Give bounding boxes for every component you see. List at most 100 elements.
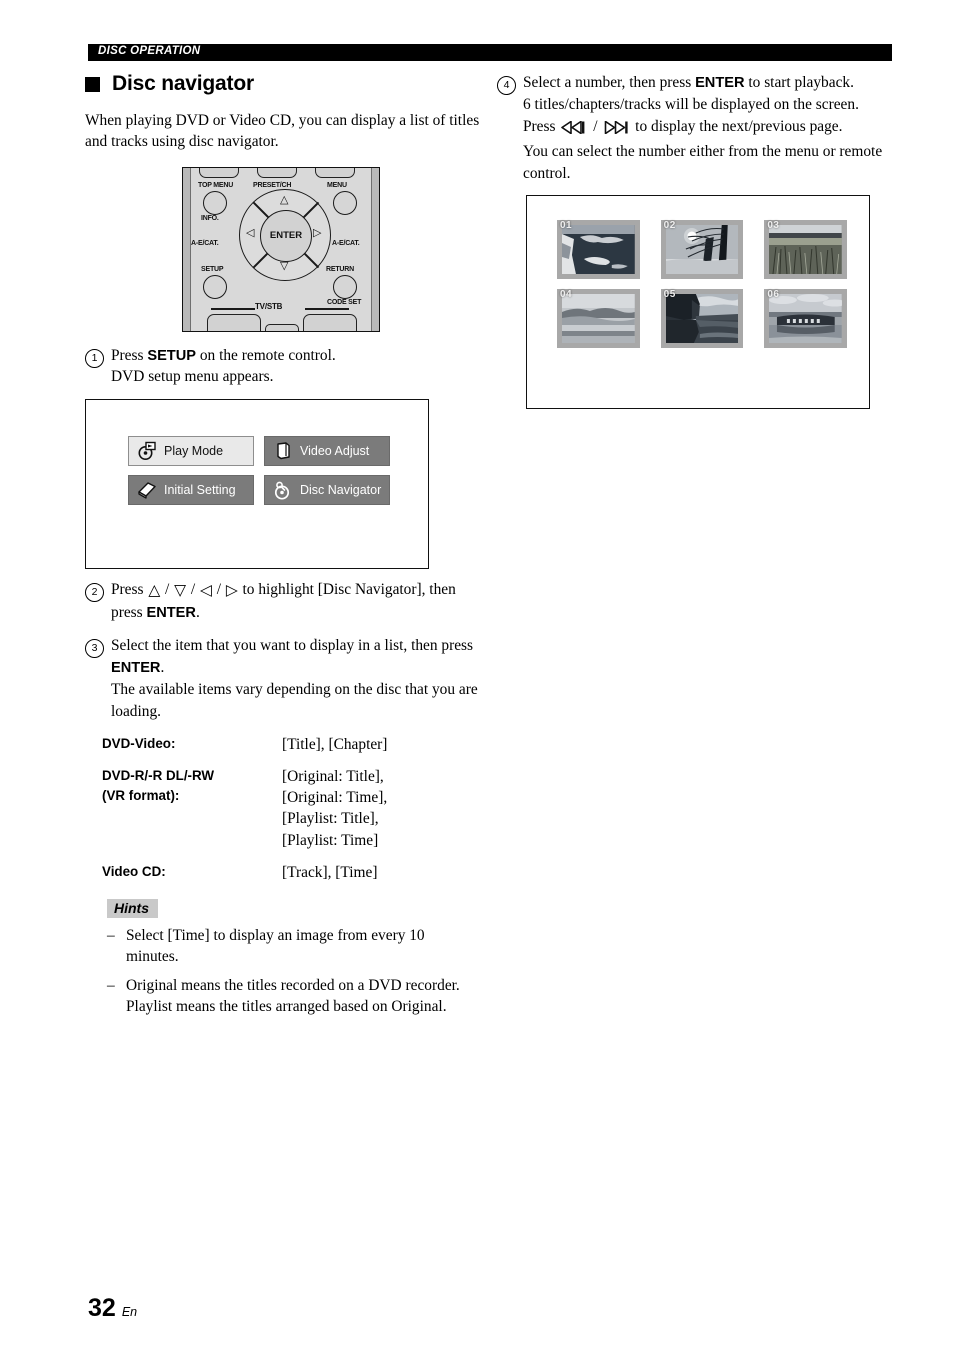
menu-item-initial-setting-label: Initial Setting: [164, 483, 236, 498]
step-1-text-pre: Press: [111, 346, 148, 364]
disc-type-value-dvd-video: [Title], [Chapter]: [282, 735, 388, 753]
running-header-bar: DISC OPERATION: [88, 44, 892, 61]
step-3-number: 3: [85, 639, 104, 658]
disc-type-row-video-cd: Video CD: [Track], [Time]: [102, 862, 485, 883]
tv-button[interactable]: [207, 313, 261, 331]
disc-type-term-dvd-r-line1: DVD-R/-R DL/-RW: [102, 767, 215, 783]
thumbnail-02[interactable]: 02: [660, 220, 744, 280]
thumbnail-05[interactable]: 05: [660, 289, 744, 349]
right-column: 4 Select a number, then press ENTER to s…: [497, 72, 897, 410]
remote-label-code-set: CODE SET: [327, 298, 362, 306]
thumbnail-01-number: 01: [560, 220, 573, 232]
enter-button[interactable]: ENTER: [260, 209, 312, 262]
disc-navigator-thumbnail-figure: 01 02 03 04 05 06: [526, 195, 870, 410]
remote-top-key-1: [199, 167, 239, 178]
running-header-text: DISC OPERATION: [98, 45, 201, 57]
disc-type-term-dvd-video: DVD-Video:: [102, 735, 176, 751]
thumbnail-row-2: 04 05 06: [557, 289, 848, 349]
section-heading: Disc navigator: [85, 72, 485, 96]
arrow-down-icon: ▽: [174, 582, 187, 600]
menu-item-disc-navigator[interactable]: Disc Navigator: [264, 475, 390, 506]
stb-button[interactable]: [303, 313, 357, 331]
thumbnail-06-image: [769, 294, 843, 344]
dvd-setup-menu-grid: Play Mode Video Adjust Initial Setting D…: [128, 436, 390, 514]
disc-type-term-dvd-r-line2: (VR format):: [102, 787, 180, 803]
remote-label-top-menu: TOP MENU: [198, 181, 234, 189]
step-1-bold-setup: SETUP: [147, 347, 196, 364]
thumbnail-04[interactable]: 04: [557, 289, 640, 349]
hint-item-2: – Original means the titles recorded on …: [107, 975, 479, 1018]
top-menu-button[interactable]: [203, 190, 227, 215]
step-4-line1-pre: Select a number, then press: [523, 74, 696, 91]
dpad-up-icon[interactable]: △: [280, 194, 288, 206]
play-mode-disc-icon: [137, 441, 157, 461]
disc-type-value-dvd-r-4: [Playlist: Time]: [282, 831, 379, 849]
thumbnail-02-image: [665, 225, 739, 275]
dpad-down-icon[interactable]: ▽: [280, 260, 288, 272]
step-4-line4: You can select the number either from th…: [523, 142, 883, 182]
step-4-line3-post: to display the next/previous page.: [631, 117, 843, 135]
section-intro: When playing DVD or Video CD, you can di…: [85, 112, 480, 151]
thumbnail-03-number: 03: [767, 220, 780, 232]
step-4-number: 4: [497, 76, 516, 95]
remote-label-menu: MENU: [327, 181, 347, 189]
return-button[interactable]: [333, 274, 357, 299]
disc-navigator-disc-icon: [273, 480, 293, 500]
step-1-number: 1: [85, 348, 104, 368]
disc-type-value-dvd-r: [Original: Title], [Original: Time], [Pl…: [282, 766, 387, 851]
direction-pad[interactable]: △ ▽ ◁ ▷ ENTER: [239, 188, 331, 281]
step-4-line2: 6 titles/chapters/tracks will be display…: [523, 95, 859, 113]
remote-bottom-center-key[interactable]: [265, 323, 299, 331]
step-3-line1-pre: Select the item that you want to display…: [111, 637, 474, 654]
dpad-left-icon[interactable]: ◁: [246, 227, 254, 239]
thumbnail-05-image: [665, 294, 739, 344]
disc-type-row-dvd-r: DVD-R/-R DL/-RW (VR format): [Original: …: [102, 766, 485, 851]
hint-item-1: – Select [Time] to display an image from…: [107, 925, 479, 968]
step-3-line2: The available items vary depending on th…: [111, 680, 478, 720]
remote-label-cat-left: A-E/CAT.: [191, 239, 219, 247]
remote-label-preset-ch: PRESET/CH: [253, 181, 292, 189]
hint-dash-2: –: [107, 976, 115, 994]
remote-left-edge: [183, 167, 191, 331]
initial-setting-icon: [137, 480, 157, 500]
hint-text-1: Select [Time] to display an image from e…: [126, 927, 425, 966]
step-1: 1 Press SETUP on the remote control. DVD…: [85, 345, 485, 389]
step-2-text-post: .: [195, 604, 200, 622]
page-number: 32: [88, 1294, 116, 1322]
hint-dash-1: –: [107, 927, 115, 944]
page-footer: 32 En: [88, 1294, 137, 1323]
remote-label-info: INFO.: [201, 214, 219, 222]
step-3-line1-post: .: [160, 658, 165, 676]
thumbnail-04-number: 04: [560, 289, 573, 301]
thumbnail-02-number: 02: [663, 220, 676, 232]
disc-type-value-dvd-r-2: [Original: Time],: [282, 789, 388, 806]
page-title: Disc navigator: [112, 72, 254, 95]
skip-next-icon: [603, 119, 629, 141]
arrow-right-icon: ▷: [225, 582, 238, 600]
remote-top-key-2: [257, 167, 297, 178]
disc-type-value-dvd-r-1: [Original: Title],: [282, 767, 384, 785]
thumbnail-03[interactable]: 03: [764, 220, 848, 280]
square-bullet-icon: [85, 76, 100, 92]
step-4-line1-post: to start playback.: [744, 74, 854, 91]
menu-item-video-adjust[interactable]: Video Adjust: [264, 436, 390, 467]
menu-item-play-mode[interactable]: Play Mode: [128, 436, 254, 467]
remote-control-figure: TOP MENU PRESET/CH MENU INFO. A-E/CAT. A…: [85, 166, 485, 335]
menu-button[interactable]: [333, 190, 357, 215]
arrow-up-icon: △: [148, 582, 161, 600]
step-1-text-post: on the remote control.: [196, 346, 336, 364]
hints-tag: Hints: [107, 899, 158, 918]
remote-top-key-3: [315, 167, 355, 178]
thumbnail-06-number: 06: [767, 289, 780, 301]
step-4-bold-enter: ENTER: [695, 75, 745, 91]
tv-stb-rule-right: [305, 307, 349, 310]
left-column: Disc navigator When playing DVD or Video…: [85, 72, 485, 1017]
menu-item-initial-setting[interactable]: Initial Setting: [128, 475, 254, 506]
dpad-right-icon[interactable]: ▷: [313, 227, 321, 239]
thumbnail-06[interactable]: 06: [764, 289, 848, 349]
thumbnail-04-image: [562, 294, 635, 344]
setup-button[interactable]: [203, 274, 227, 299]
tv-stb-rule-left: [211, 307, 255, 310]
disc-type-term-dvd-r: DVD-R/-R DL/-RW (VR format):: [102, 766, 282, 851]
thumbnail-01[interactable]: 01: [557, 220, 640, 280]
